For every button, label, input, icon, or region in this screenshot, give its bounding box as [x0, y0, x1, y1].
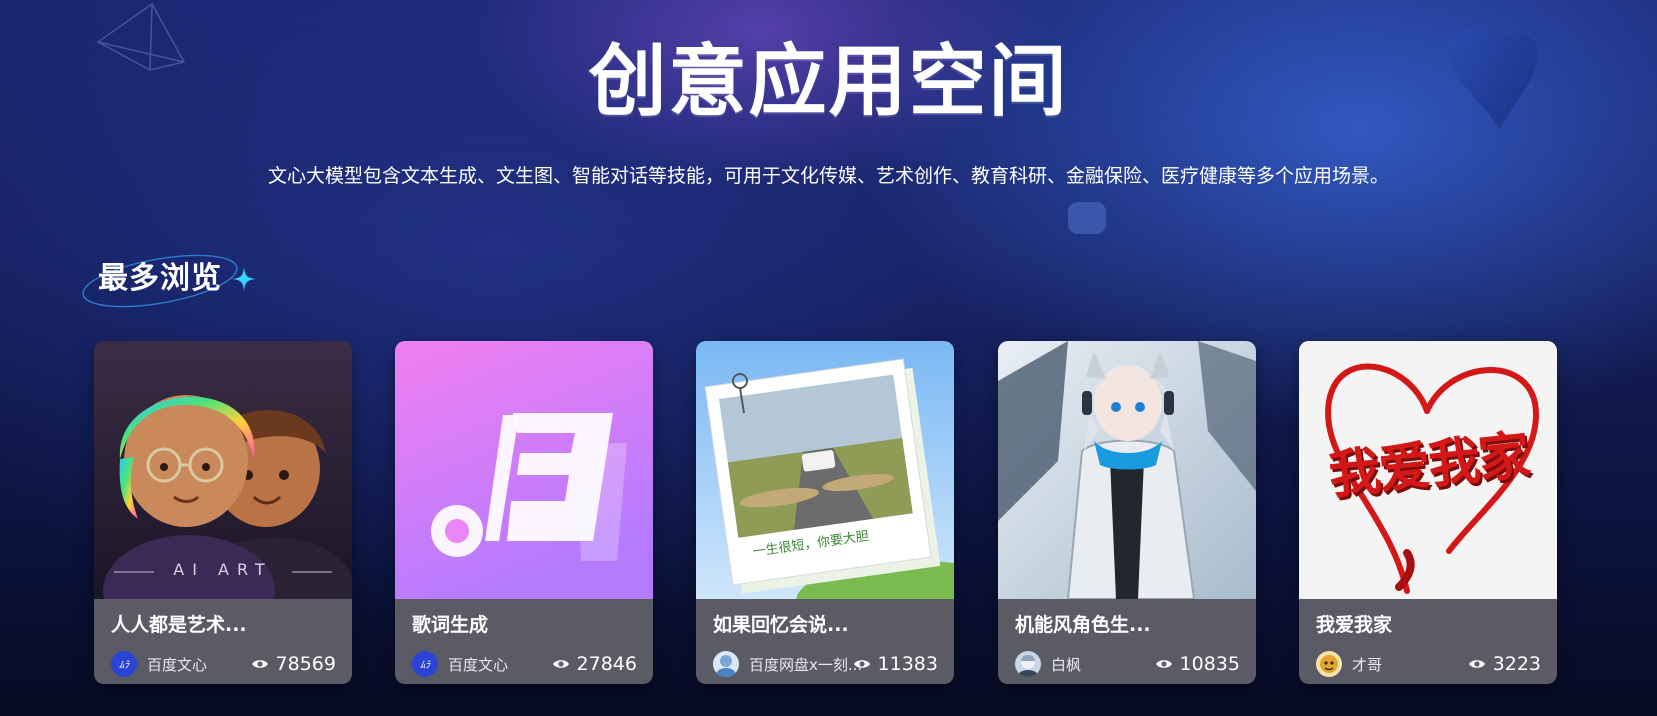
view-count: 78569: [275, 653, 336, 675]
card-title: 人人都是艺术...: [111, 614, 247, 636]
ernie-logo-icon: ﾑﾗ: [412, 651, 438, 677]
user-avatar-icon: [1316, 651, 1342, 677]
card-image-memory-photo: 一生很短，你要大胆: [696, 341, 954, 599]
eye-icon: [853, 660, 870, 668]
card-title: 歌词生成: [412, 614, 489, 636]
page-subtitle: 文心大模型包含文本生成、文生图、智能对话等技能，可用于文化传媒、艺术创作、教育科…: [267, 165, 1389, 187]
app-card[interactable]: 机能风角色生... 白枫 10835: [998, 341, 1256, 684]
ai-art-label: AI ART: [173, 560, 273, 579]
view-count: 3223: [1492, 653, 1541, 675]
card-author: 才哥: [1316, 651, 1382, 677]
author-name: 白枫: [1051, 655, 1082, 674]
card-title: 如果回忆会说...: [713, 614, 849, 636]
ernie-logo-icon: ﾑﾗ: [111, 651, 137, 677]
user-avatar-icon: [713, 651, 739, 677]
app-card[interactable]: 一生很短，你要大胆 如果回忆会说... 百度网盘x一刻... 11383: [696, 341, 954, 684]
card-author: ﾑﾗ 百度文心: [111, 651, 207, 677]
card-author: 白枫: [1015, 651, 1081, 677]
svg-text:ﾑﾗ: ﾑﾗ: [420, 660, 431, 671]
card-image-mecha-character: [998, 341, 1256, 599]
page-title: 创意应用空间: [588, 37, 1069, 127]
cube-decoration-icon: [1068, 202, 1106, 234]
card-title: 我爱我家: [1316, 614, 1393, 636]
section-heading: 最多浏览: [80, 248, 280, 314]
card-image-ai-art: AI ART: [94, 341, 352, 599]
card-footer: 机能风角色生... 白枫 10835: [998, 599, 1256, 684]
app-card[interactable]: 我爱我家 我爱我家 才哥 3223: [1299, 341, 1557, 684]
app-card[interactable]: 歌词生成 ﾑﾗ 百度文心 27846: [395, 341, 653, 684]
view-count-group: 78569: [251, 651, 336, 677]
view-count: 27846: [576, 653, 637, 675]
view-count: 11383: [877, 653, 938, 675]
card-title: 机能风角色生...: [1015, 614, 1151, 636]
view-count-group: 10835: [1155, 651, 1240, 677]
author-name: 百度文心: [448, 655, 509, 674]
view-count: 10835: [1179, 653, 1240, 675]
card-footer: 歌词生成 ﾑﾗ 百度文心 27846: [395, 599, 653, 684]
author-name: 百度文心: [147, 655, 208, 674]
view-count-group: 3223: [1468, 651, 1541, 677]
card-author: ﾑﾗ 百度文心: [412, 651, 508, 677]
author-name: 百度网盘x一刻...: [749, 655, 863, 674]
author-name: 才哥: [1352, 655, 1383, 674]
svg-text:ﾑﾗ: ﾑﾗ: [119, 660, 130, 671]
sparkle-icon: [232, 267, 256, 291]
card-image-lyrics: [395, 341, 653, 599]
section-title: 最多浏览: [98, 261, 222, 296]
eye-icon: [251, 660, 268, 668]
card-footer: 如果回忆会说... 百度网盘x一刻... 11383: [696, 599, 954, 684]
card-footer: 人人都是艺术... ﾑﾗ 百度文心 78569: [94, 599, 352, 684]
eye-icon: [1155, 660, 1172, 668]
card-author: 百度网盘x一刻...: [713, 651, 862, 677]
user-avatar-icon: [1015, 651, 1041, 677]
card-footer: 我爱我家 才哥 3223: [1299, 599, 1557, 684]
view-count-group: 27846: [552, 651, 637, 677]
app-card[interactable]: AI ART 人人都是艺术... ﾑﾗ 百度文心 78569: [94, 341, 352, 684]
view-count-group: 11383: [853, 651, 938, 677]
card-image-love-home: 我爱我家: [1299, 341, 1557, 599]
eye-icon: [1468, 660, 1485, 668]
eye-icon: [552, 660, 569, 668]
